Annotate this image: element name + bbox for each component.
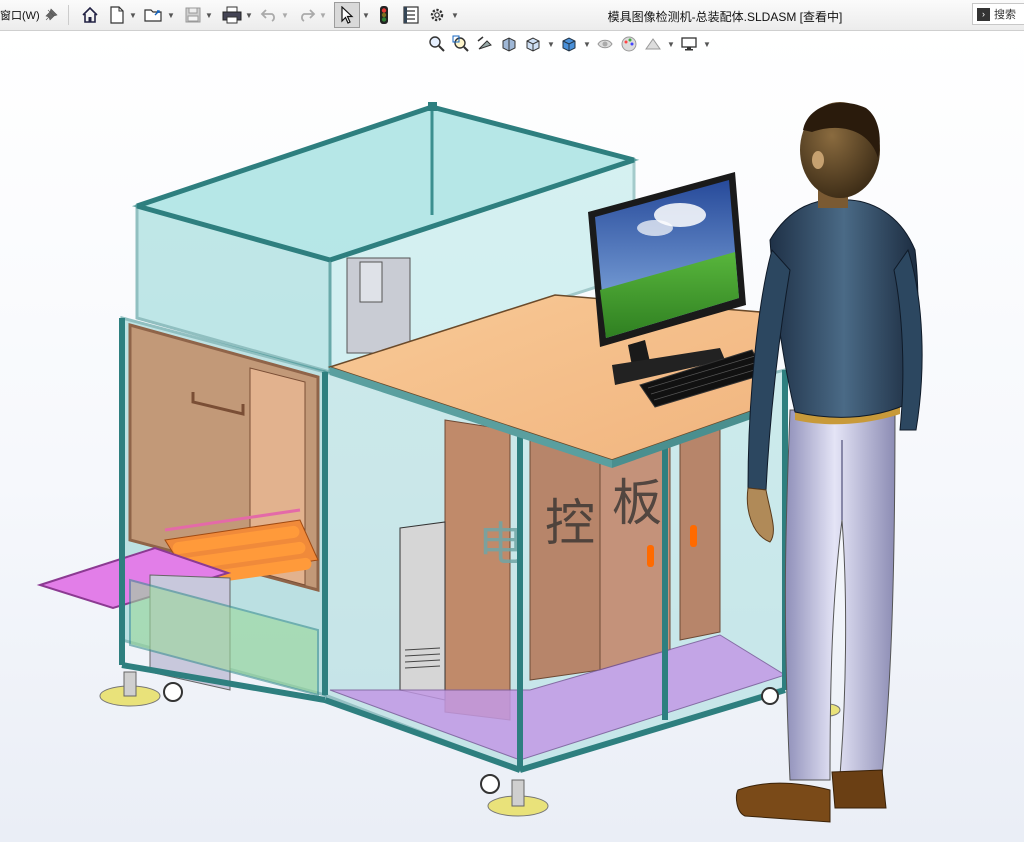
display-settings-icon[interactable] [678,34,700,54]
print-dropdown-chevron-icon[interactable]: ▼ [244,3,254,27]
zoom-to-fit-icon[interactable] [426,34,448,54]
display-style-icon[interactable] [558,34,580,54]
pin-icon[interactable] [44,3,58,27]
home-icon[interactable] [78,3,102,27]
zoom-area-icon[interactable] [450,34,472,54]
search-box[interactable]: › 搜索 [972,3,1024,25]
save-icon[interactable] [182,3,204,27]
open-folder-icon[interactable] [142,3,166,27]
save-dropdown-chevron-icon[interactable]: ▼ [204,3,214,27]
menu-window[interactable]: 窗口(W) [0,8,40,22]
new-document-icon[interactable] [106,3,128,27]
display-settings-dropdown-chevron-icon[interactable]: ▼ [702,34,712,54]
graphics-area[interactable]: 电 控 板 [0,31,1024,842]
properties-icon[interactable] [400,3,422,27]
select-dropdown-chevron-icon[interactable]: ▼ [361,3,371,27]
main-toolbar: 窗口(W) ▼ ▼ ▼ ▼ ▼ ▼ ▼ ▼ 模具图像检测机-总装配体.SLDAS… [0,0,1024,31]
human-figure [736,102,923,823]
document-title: 模具图像检测机-总装配体.SLDASM [查看中] [607,10,843,24]
assembly-model[interactable]: 电 控 板 [0,31,1024,842]
section-view-icon[interactable] [498,34,520,54]
print-icon[interactable] [220,3,244,27]
panel-char-2: 控 [545,494,595,552]
open-dropdown-chevron-icon[interactable]: ▼ [166,3,176,27]
scene-icon[interactable] [642,34,664,54]
previous-view-icon[interactable] [474,34,496,54]
view-orientation-icon[interactable] [522,34,544,54]
lower-cabinet [36,316,327,697]
search-input[interactable]: 搜索 [994,6,1016,22]
display-style-dropdown-chevron-icon[interactable]: ▼ [582,34,592,54]
redo-icon[interactable] [296,3,318,27]
redo-dropdown-chevron-icon[interactable]: ▼ [318,3,328,27]
undo-icon[interactable] [258,3,280,27]
new-dropdown-chevron-icon[interactable]: ▼ [128,3,138,27]
command-prompt-icon: › [977,7,990,21]
traffic-light-icon[interactable] [376,3,392,27]
orientation-dropdown-chevron-icon[interactable]: ▼ [546,34,556,54]
edit-appearance-icon[interactable] [618,34,640,54]
undo-dropdown-chevron-icon[interactable]: ▼ [280,3,290,27]
hide-show-icon[interactable] [594,34,616,54]
view-heads-up-toolbar: ▼ ▼ ▼ ▼ [426,34,712,54]
gear-icon[interactable] [426,3,448,27]
panel-char-3: 板 [612,474,662,532]
select-pointer-icon[interactable] [334,2,360,28]
scene-dropdown-chevron-icon[interactable]: ▼ [666,34,676,54]
options-dropdown-chevron-icon[interactable]: ▼ [450,3,460,27]
